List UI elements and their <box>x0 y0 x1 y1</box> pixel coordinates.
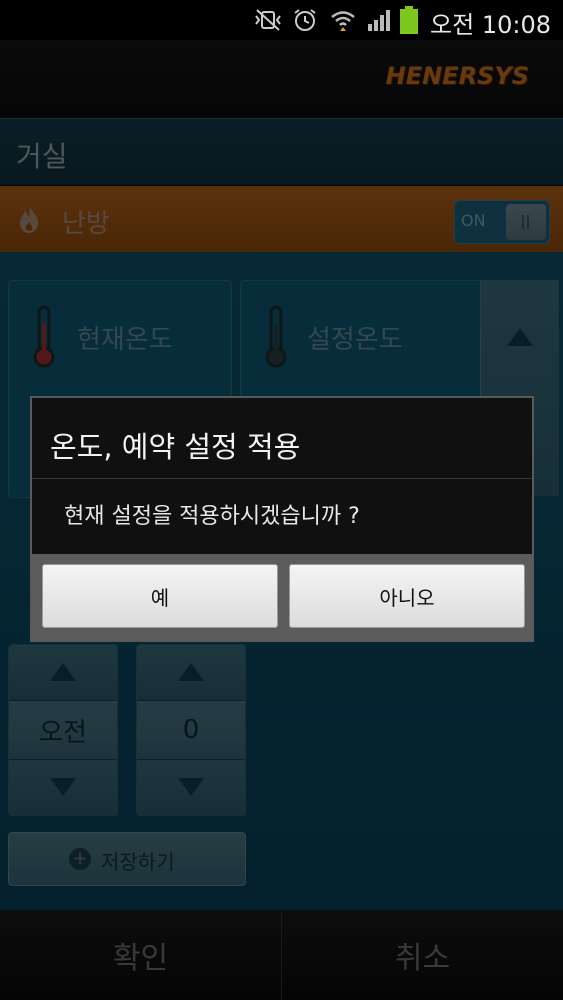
dialog-title: 온도, 예약 설정 적용 <box>50 430 301 464</box>
status-time: 오전 10:08 <box>430 11 551 39</box>
dialog-divider <box>32 478 532 479</box>
battery-icon <box>400 6 418 34</box>
dialog-message: 현재 설정을 적용하시겠습니까 ? <box>64 504 360 529</box>
dialog-button-row: 예 아니오 <box>32 554 532 640</box>
no-button[interactable]: 아니오 <box>289 564 525 628</box>
status-bar: 오전 10:08 <box>0 0 563 40</box>
signal-icon <box>368 10 390 31</box>
yes-button[interactable]: 예 <box>42 564 278 628</box>
alarm-icon <box>294 9 316 31</box>
mute-vibrate-icon <box>255 9 281 31</box>
confirm-dialog: 온도, 예약 설정 적용 현재 설정을 적용하시겠습니까 ? 예 아니오 <box>30 396 534 642</box>
wifi-icon <box>331 11 355 31</box>
